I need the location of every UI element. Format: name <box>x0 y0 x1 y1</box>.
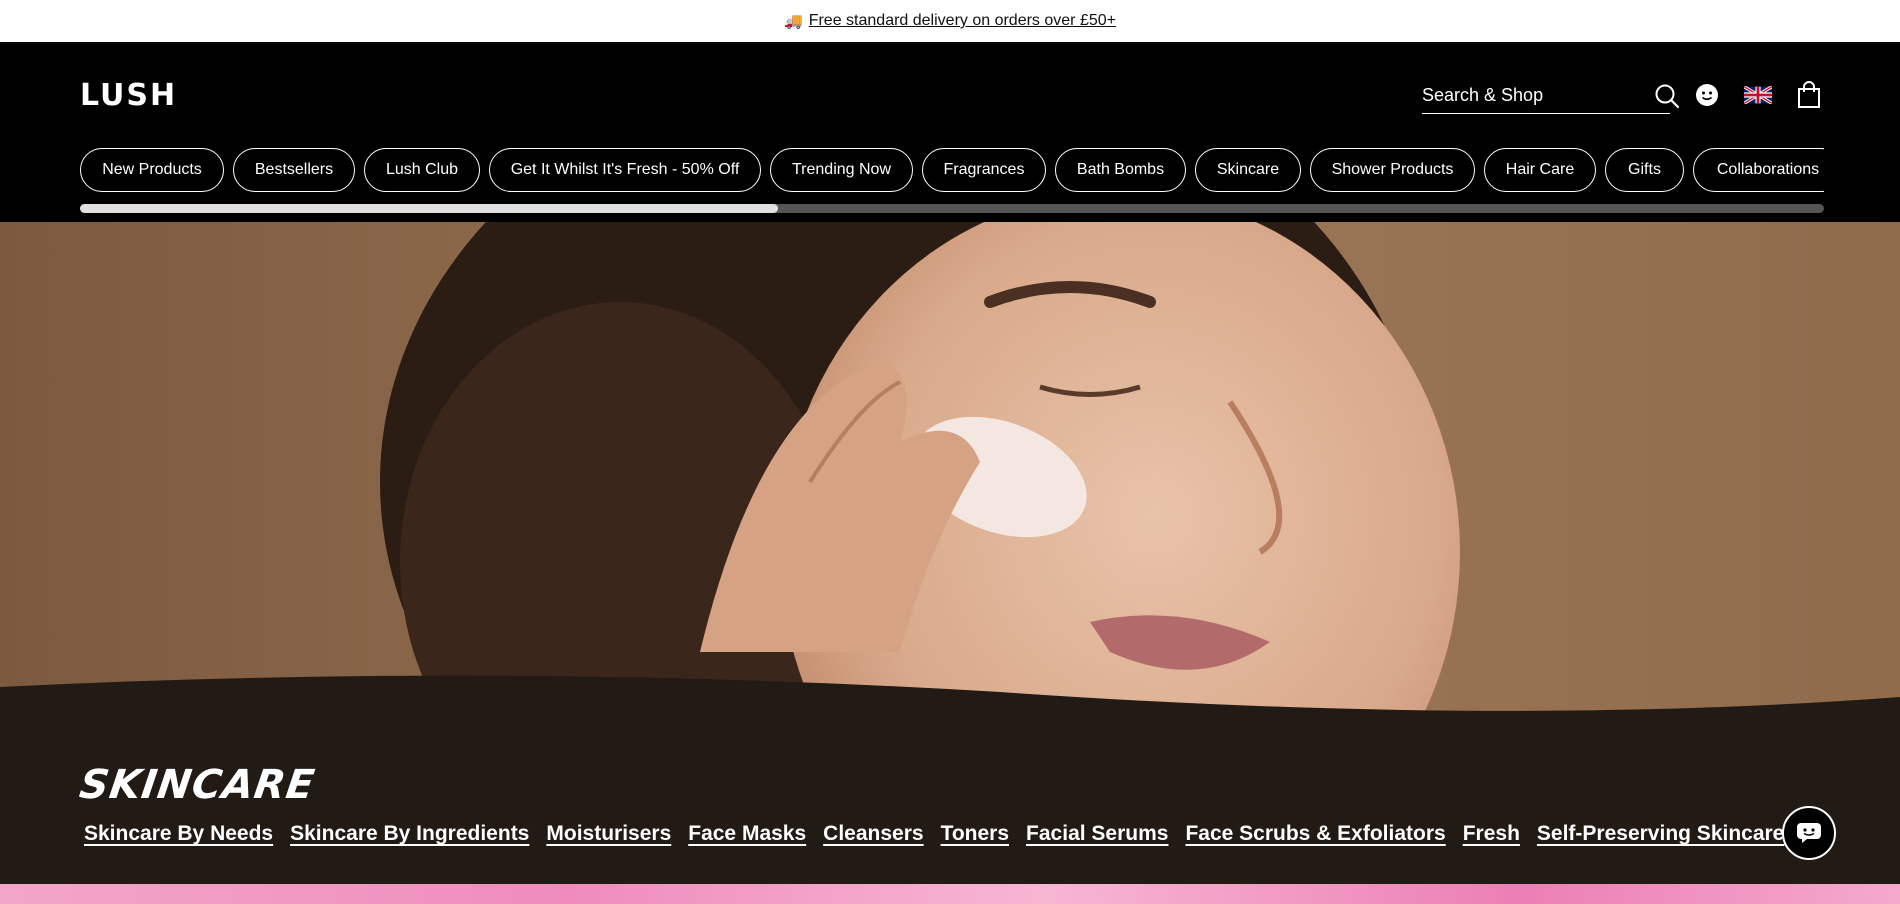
nav-pill-skincare[interactable]: Skincare <box>1195 148 1301 192</box>
chat-button[interactable] <box>1782 806 1836 860</box>
nav-scrollbar[interactable] <box>80 204 1824 213</box>
link-toners[interactable]: Toners <box>941 822 1009 846</box>
nav-pill-bestsellers[interactable]: Bestsellers <box>233 148 355 192</box>
nav-pill-gifts[interactable]: Gifts <box>1605 148 1684 192</box>
nav-pill-hair-care[interactable]: Hair Care <box>1484 148 1596 192</box>
link-skincare-by-needs[interactable]: Skincare By Needs <box>84 822 273 846</box>
promo-bar: 🚚 Free standard delivery on orders over … <box>0 0 1900 42</box>
link-face-scrubs-exfoliators[interactable]: Face Scrubs & Exfoliators <box>1185 822 1445 846</box>
truck-icon: 🚚 <box>784 13 803 30</box>
nav-pill-lush-club[interactable]: Lush Club <box>364 148 480 192</box>
nav-pill-bath-bombs[interactable]: Bath Bombs <box>1055 148 1186 192</box>
link-face-masks[interactable]: Face Masks <box>688 822 806 846</box>
site-header: LUSH New Products Bestsellers Lush Club … <box>0 42 1900 222</box>
search-input[interactable] <box>1422 85 1654 106</box>
link-facial-serums[interactable]: Facial Serums <box>1026 822 1168 846</box>
nav-pill-new-products[interactable]: New Products <box>80 148 224 192</box>
link-skincare-by-ingredients[interactable]: Skincare By Ingredients <box>290 822 529 846</box>
search-box <box>1422 78 1680 114</box>
link-fresh[interactable]: Fresh <box>1463 822 1520 846</box>
nav-pill-collaborations[interactable]: Collaborations <box>1693 148 1824 192</box>
account-icon[interactable] <box>1692 80 1722 110</box>
lush-logo[interactable]: LUSH <box>80 78 177 113</box>
link-cleansers[interactable]: Cleansers <box>823 822 923 846</box>
category-title: SKINCARE <box>76 762 318 808</box>
uk-flag-icon[interactable] <box>1743 80 1773 110</box>
nav-pill-50-off[interactable]: Get It Whilst It's Fresh - 50% Off <box>489 148 761 192</box>
shopping-bag-icon[interactable] <box>1794 80 1824 110</box>
nav-pill-fragrances[interactable]: Fragrances <box>922 148 1046 192</box>
chat-icon <box>1797 823 1821 843</box>
category-links: Skincare By Needs Skincare By Ingredient… <box>84 822 1784 846</box>
link-moisturisers[interactable]: Moisturisers <box>546 822 671 846</box>
category-nav: New Products Bestsellers Lush Club Get I… <box>80 148 1824 194</box>
nav-pill-trending-now[interactable]: Trending Now <box>770 148 913 192</box>
search-icon[interactable] <box>1654 82 1680 110</box>
next-section-preview <box>0 884 1900 904</box>
nav-scrollbar-thumb[interactable] <box>80 204 778 213</box>
link-self-preserving-skincare[interactable]: Self-Preserving Skincare <box>1537 822 1784 846</box>
free-delivery-link[interactable]: Free standard delivery on orders over £5… <box>809 12 1116 30</box>
nav-pill-shower-products[interactable]: Shower Products <box>1310 148 1475 192</box>
